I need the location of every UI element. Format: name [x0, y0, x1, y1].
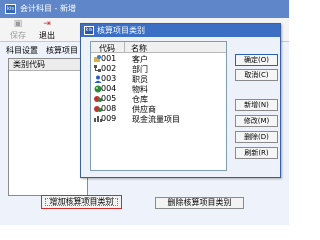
exit-button[interactable]: ⇥ 退出 — [34, 20, 60, 42]
column-name[interactable]: 名称 — [131, 43, 147, 54]
list-item[interactable]: 003 职员 — [91, 74, 226, 84]
row-code: 003 — [101, 74, 117, 83]
accounting-category-dialog: kis 核算项目类别 代码 名称 001 客户 002 部门 003 职员 00… — [80, 23, 281, 178]
ok-button[interactable]: 确定(O) — [235, 54, 278, 66]
list-item[interactable]: 001 客户 — [91, 54, 226, 64]
save-label: 保存 — [10, 31, 26, 40]
row-code: 009 — [101, 114, 117, 123]
list-item[interactable]: 002 部门 — [91, 64, 226, 74]
category-listview[interactable]: 代码 名称 001 客户 002 部门 003 职员 004 物料 005 仓库… — [90, 41, 227, 171]
edit-button[interactable]: 修改(M) — [235, 115, 278, 127]
category-code-header[interactable]: 类别代码 — [9, 59, 87, 71]
main-window-titlebar[interactable]: kis 会计科目 - 新增 — [0, 0, 289, 18]
column-separator[interactable] — [124, 42, 125, 53]
row-code: 004 — [101, 84, 117, 93]
save-icon: ▣ — [13, 19, 23, 29]
cancel-button[interactable]: 取消(C) — [235, 69, 278, 81]
list-item[interactable]: 005 仓库 — [91, 94, 226, 104]
add-button[interactable]: 新增(N) — [235, 99, 278, 111]
exit-label: 退出 — [39, 31, 55, 40]
dialog-title: 核算项目类别 — [97, 26, 145, 35]
save-button[interactable]: ▣ 保存 — [5, 20, 31, 42]
column-code[interactable]: 代码 — [99, 43, 115, 54]
main-window-title: 会计科目 - 新增 — [20, 4, 76, 13]
list-item[interactable]: 004 物料 — [91, 84, 226, 94]
dialog-titlebar[interactable]: kis 核算项目类别 — [81, 24, 280, 37]
list-item[interactable]: 009 现金流量项目 — [91, 114, 226, 124]
row-name: 现金流量项目 — [132, 115, 180, 124]
row-code: 005 — [101, 94, 117, 103]
exit-icon: ⇥ — [43, 19, 51, 29]
row-code: 008 — [101, 104, 117, 113]
focus-rect — [45, 198, 118, 206]
app-icon: kis — [5, 4, 16, 14]
list-header: 代码 名称 — [91, 42, 226, 53]
delete-accounting-category-button[interactable]: 删除核算项目类别 — [155, 197, 244, 209]
tab-accounting-items[interactable]: 核算项目 — [46, 45, 78, 57]
delete-button[interactable]: 删除(D) — [235, 131, 278, 143]
list-item[interactable]: 008 供应商 — [91, 104, 226, 114]
tab-account-settings[interactable]: 科目设置 — [6, 45, 38, 57]
category-list[interactable]: 类别代码 — [8, 58, 88, 196]
dialog-app-icon: kis — [84, 26, 94, 35]
row-code: 002 — [101, 64, 117, 73]
add-accounting-category-button[interactable]: 增加核算项目类别 — [41, 195, 122, 209]
row-code: 001 — [101, 54, 117, 63]
refresh-button[interactable]: 刷新(R) — [235, 147, 278, 159]
delete-accounting-category-label: 删除核算项目类别 — [167, 198, 232, 207]
